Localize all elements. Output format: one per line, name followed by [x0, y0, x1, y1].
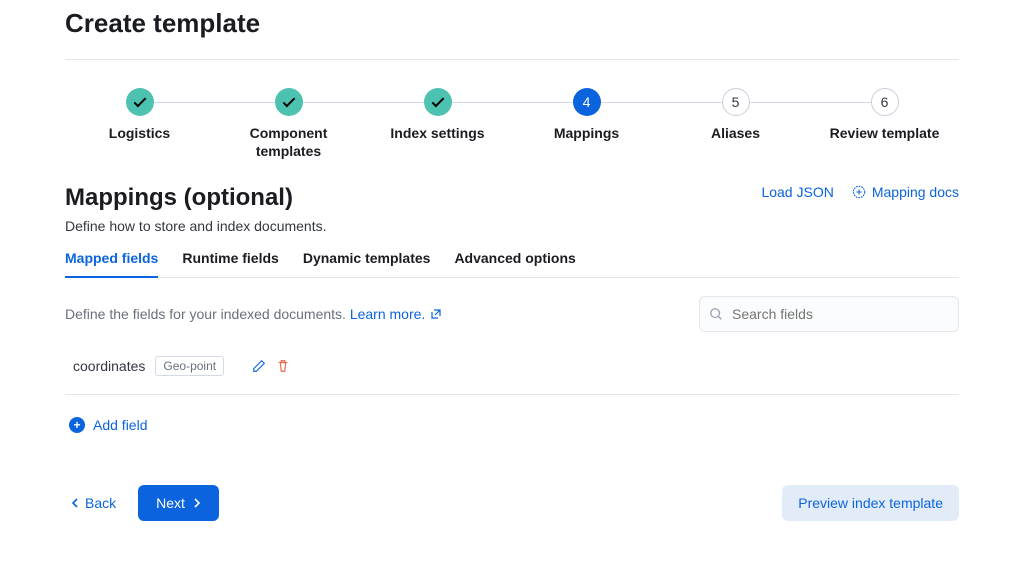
- checkmark-icon: [275, 88, 303, 116]
- step-number: 4: [573, 88, 601, 116]
- section-title: Mappings (optional): [65, 184, 293, 212]
- delete-icon[interactable]: [276, 359, 290, 373]
- search-icon: [709, 307, 723, 321]
- page-title: Create template: [65, 8, 959, 39]
- step-label: Logistics: [109, 124, 170, 142]
- add-field-button[interactable]: + Add field: [65, 395, 151, 461]
- external-link-icon: [431, 308, 441, 322]
- tab-mapped-fields[interactable]: Mapped fields: [65, 250, 158, 278]
- preview-template-button[interactable]: Preview index template: [782, 485, 959, 521]
- step-index-settings[interactable]: Index settings: [363, 88, 512, 142]
- mapping-docs-link[interactable]: Mapping docs: [852, 184, 959, 200]
- load-json-button[interactable]: Load JSON: [761, 184, 833, 200]
- step-review[interactable]: 6 Review template: [810, 88, 959, 142]
- learn-more-link[interactable]: Learn more.: [350, 306, 425, 322]
- step-label: Component templates: [219, 124, 359, 160]
- step-number: 5: [722, 88, 750, 116]
- step-number: 6: [871, 88, 899, 116]
- step-label: Index settings: [390, 124, 484, 142]
- field-type-badge: Geo-point: [155, 356, 224, 376]
- checkmark-icon: [424, 88, 452, 116]
- step-component-templates[interactable]: Component templates: [214, 88, 363, 160]
- step-aliases[interactable]: 5 Aliases: [661, 88, 810, 142]
- search-input[interactable]: [699, 296, 959, 332]
- next-button[interactable]: Next: [138, 485, 219, 521]
- back-button[interactable]: Back: [65, 487, 122, 519]
- section-description: Define how to store and index documents.: [65, 218, 959, 234]
- tab-dynamic-templates[interactable]: Dynamic templates: [303, 250, 431, 277]
- tabs: Mapped fields Runtime fields Dynamic tem…: [65, 250, 959, 278]
- helper-text: Define the fields for your indexed docum…: [65, 306, 441, 322]
- step-label: Review template: [830, 124, 940, 142]
- chevron-right-icon: [191, 498, 201, 508]
- tab-advanced-options[interactable]: Advanced options: [454, 250, 575, 277]
- docs-icon: [852, 185, 866, 199]
- back-label: Back: [85, 495, 116, 511]
- step-label: Mappings: [554, 124, 619, 142]
- field-row: coordinates Geo-point: [65, 332, 959, 395]
- mapping-docs-label: Mapping docs: [872, 184, 959, 200]
- helper-text-label: Define the fields for your indexed docum…: [65, 306, 350, 322]
- tab-runtime-fields[interactable]: Runtime fields: [182, 250, 278, 277]
- next-label: Next: [156, 495, 185, 511]
- add-field-label: Add field: [93, 417, 147, 433]
- chevron-left-icon: [71, 498, 81, 508]
- step-logistics[interactable]: Logistics: [65, 88, 214, 142]
- field-name: coordinates: [73, 358, 145, 374]
- step-label: Aliases: [711, 124, 760, 142]
- step-mappings[interactable]: 4 Mappings: [512, 88, 661, 142]
- edit-icon[interactable]: [252, 359, 266, 373]
- stepper: Logistics Component templates Index sett…: [65, 60, 959, 160]
- checkmark-icon: [126, 88, 154, 116]
- plus-icon: +: [69, 417, 85, 433]
